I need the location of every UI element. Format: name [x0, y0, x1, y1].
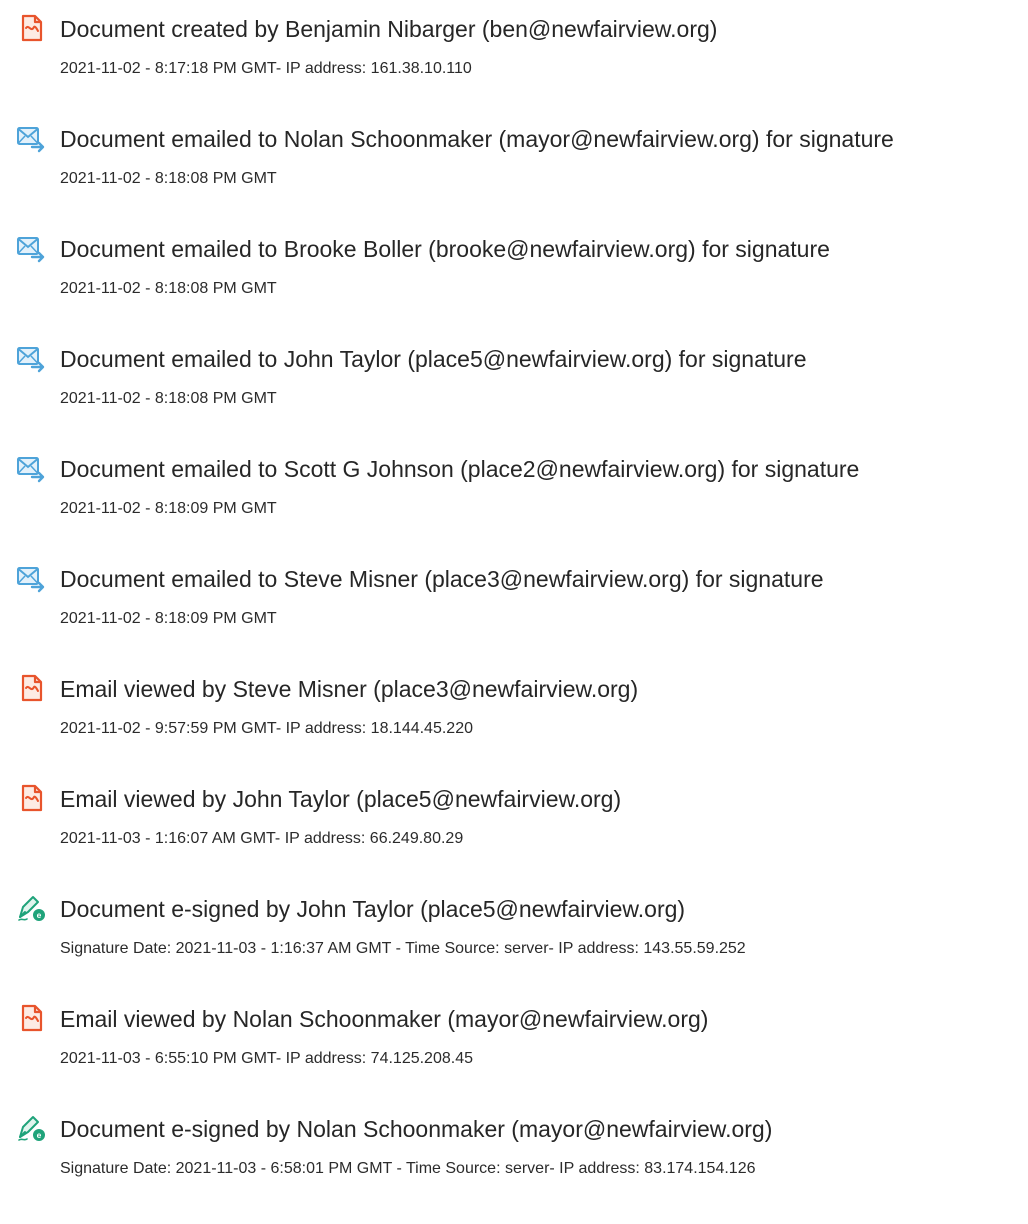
document-emailed-icon — [16, 563, 46, 593]
audit-trail-log: Document created by Benjamin Nibarger (b… — [0, 0, 1028, 1224]
document-created-icon — [16, 13, 46, 43]
email-viewed-icon — [16, 783, 46, 813]
entry-timestamp: 2021-11-02 - 8:18:08 PM GMT — [60, 390, 277, 407]
entry-title: Document emailed to Nolan Schoonmaker (m… — [60, 126, 894, 152]
entry-title: Document emailed to John Taylor (place5@… — [60, 346, 807, 372]
entry-title: Document emailed to Brooke Boller (brook… — [60, 236, 830, 262]
entry-timestamp: 2021-11-02 - 8:17:18 PM GMT- IP address:… — [60, 60, 472, 77]
svg-text:e: e — [37, 1130, 42, 1140]
entry-timestamp: Signature Date: 2021-11-03 - 6:58:01 PM … — [60, 1160, 756, 1177]
email-viewed-icon — [16, 673, 46, 703]
audit-entry-signed: e Document e-signed by John Taylor (plac… — [0, 892, 1028, 982]
svg-text:e: e — [37, 910, 42, 920]
entry-timestamp: 2021-11-03 - 6:55:10 PM GMT- IP address:… — [60, 1050, 473, 1067]
entry-timestamp: Signature Date: 2021-11-03 - 1:16:37 AM … — [60, 940, 746, 957]
entry-timestamp: 2021-11-02 - 8:18:08 PM GMT — [60, 170, 277, 187]
audit-entry-viewed: Email viewed by Nolan Schoonmaker (mayor… — [0, 1002, 1028, 1092]
audit-entry-emailed: Document emailed to John Taylor (place5@… — [0, 342, 1028, 432]
entry-timestamp: 2021-11-02 - 9:57:59 PM GMT- IP address:… — [60, 720, 473, 737]
audit-entry-emailed: Document emailed to Steve Misner (place3… — [0, 562, 1028, 652]
entry-title: Document e-signed by John Taylor (place5… — [60, 896, 686, 922]
audit-entry-viewed: Email viewed by Steve Misner (place3@new… — [0, 672, 1028, 762]
audit-entry-emailed: Document emailed to Brooke Boller (brook… — [0, 232, 1028, 322]
audit-entry-viewed: Email viewed by John Taylor (place5@newf… — [0, 782, 1028, 872]
entry-title: Document emailed to Scott G Johnson (pla… — [60, 456, 860, 482]
entry-title: Document created by Benjamin Nibarger (b… — [60, 16, 718, 42]
audit-entry-emailed: Document emailed to Scott G Johnson (pla… — [0, 452, 1028, 542]
document-emailed-icon — [16, 123, 46, 153]
document-emailed-icon — [16, 343, 46, 373]
entry-title: Email viewed by Steve Misner (place3@new… — [60, 676, 639, 702]
entry-title: Email viewed by John Taylor (place5@newf… — [60, 786, 622, 812]
document-emailed-icon — [16, 233, 46, 263]
e-signed-icon: e — [16, 893, 46, 923]
email-viewed-icon — [16, 1003, 46, 1033]
document-emailed-icon — [16, 453, 46, 483]
entry-timestamp: 2021-11-02 - 8:18:09 PM GMT — [60, 610, 277, 627]
audit-entry-created: Document created by Benjamin Nibarger (b… — [0, 12, 1028, 102]
audit-entry-emailed: Document emailed to Nolan Schoonmaker (m… — [0, 122, 1028, 212]
entry-title: Document e-signed by Nolan Schoonmaker (… — [60, 1116, 773, 1142]
entry-timestamp: 2021-11-02 - 8:18:08 PM GMT — [60, 280, 277, 297]
entry-title: Document emailed to Steve Misner (place3… — [60, 566, 824, 592]
entry-title: Email viewed by Nolan Schoonmaker (mayor… — [60, 1006, 709, 1032]
entry-timestamp: 2021-11-02 - 8:18:09 PM GMT — [60, 500, 277, 517]
audit-entry-signed: e Document e-signed by Nolan Schoonmaker… — [0, 1112, 1028, 1202]
e-signed-icon: e — [16, 1113, 46, 1143]
entry-timestamp: 2021-11-03 - 1:16:07 AM GMT- IP address:… — [60, 830, 464, 847]
